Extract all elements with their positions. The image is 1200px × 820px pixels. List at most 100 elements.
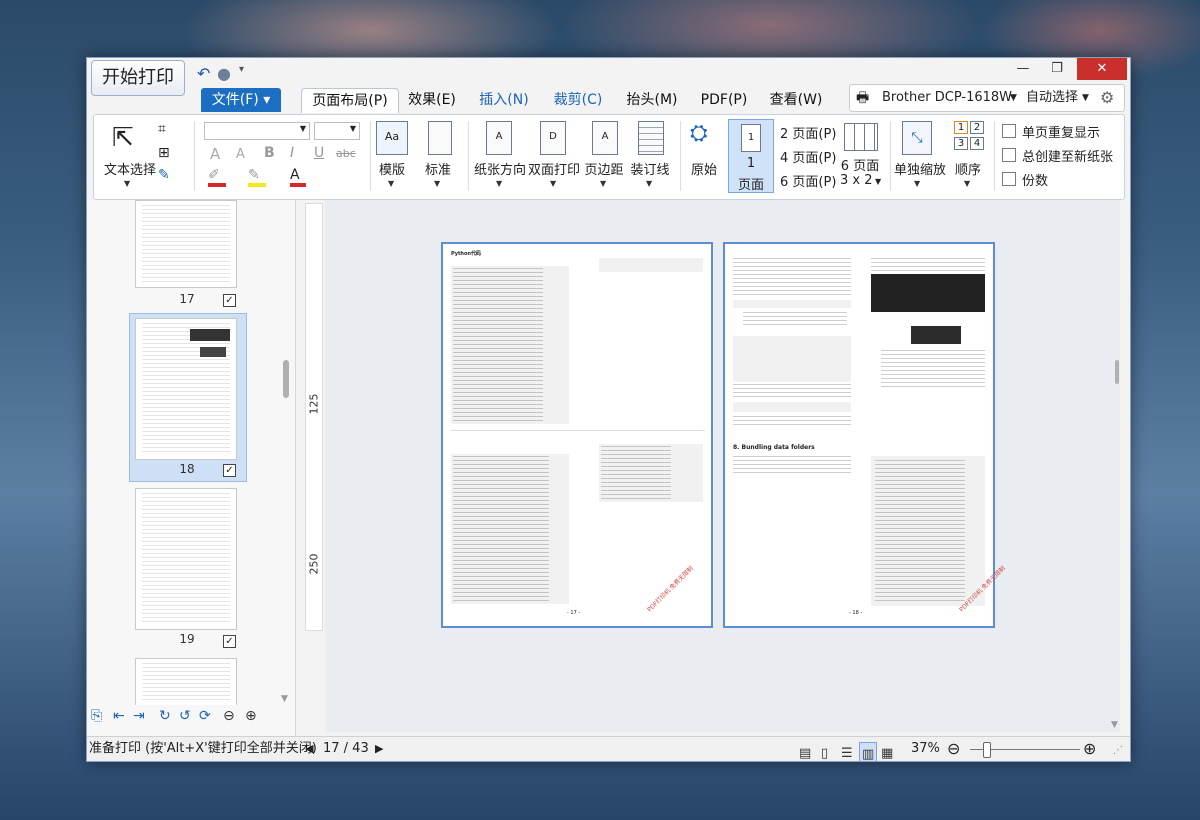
rotate-right-icon[interactable]: ↻: [159, 708, 171, 724]
six-pages-grid-button[interactable]: 6 页面: [840, 155, 880, 174]
maximize-icon[interactable]: ❐: [1043, 58, 1071, 80]
margins-button[interactable]: 页边距: [584, 159, 624, 178]
two-pages-button[interactable]: 2 页面(P): [780, 123, 836, 142]
scroll-down-icon[interactable]: ▼: [1111, 720, 1118, 730]
section-heading: 8. Bundling data folders: [733, 444, 815, 451]
grid-size-label[interactable]: 3 x 2 ▼: [840, 173, 881, 188]
minimize-icon[interactable]: —: [1009, 58, 1037, 80]
template-button[interactable]: 模版: [374, 159, 410, 178]
multi-page-view-icon[interactable]: ▦: [881, 742, 893, 761]
scroll-down-icon[interactable]: ▼: [281, 694, 288, 704]
tab-view[interactable]: 查看(W): [767, 88, 825, 112]
preview-canvas: Python代码 PDF打印机 免费无限制 - 17 - 8. Bundling…: [325, 200, 1120, 732]
tab-crop[interactable]: 裁剪(C): [549, 88, 607, 112]
italic-icon[interactable]: I: [290, 145, 294, 161]
shrink-font-icon[interactable]: A: [236, 147, 245, 162]
ruler-mark: 250: [307, 553, 321, 575]
close-icon[interactable]: ✕: [1077, 58, 1127, 80]
grid-pages-icon: [844, 123, 878, 151]
chevron-down-icon: ▼: [1010, 93, 1017, 103]
font-size-select[interactable]: ▼: [314, 122, 360, 140]
thumbnail-toolbar: ⎘ ⇤ ⇥ ↻ ↺ ⟳ ⊖ ⊕: [89, 708, 289, 730]
two-page-view-icon[interactable]: ▥: [859, 742, 878, 761]
preview-page[interactable]: 8. Bundling data folders PDF打印机 免费无限制 - …: [723, 242, 1007, 628]
zoom-out-icon[interactable]: ⊖: [947, 737, 960, 761]
preview-page[interactable]: Python代码 PDF打印机 免费无限制 - 17 -: [441, 242, 713, 628]
printer-selector[interactable]: 🖶 Brother DCP-1618W ▼ 自动选择 ▼ ⚙: [849, 84, 1125, 112]
scale-button[interactable]: 单独缩放: [894, 159, 946, 178]
thumbnail-page-number: 17: [179, 292, 195, 306]
underline-icon[interactable]: U: [314, 145, 324, 161]
zoom-out-icon[interactable]: ⊖: [223, 708, 235, 724]
one-page-label: 页面: [737, 178, 764, 193]
start-print-button[interactable]: 开始打印: [91, 60, 185, 96]
add-page-icon[interactable]: ⎘: [91, 708, 102, 724]
new-sheet-checkbox[interactable]: [1002, 148, 1016, 162]
thumbnail-page[interactable]: [135, 200, 237, 288]
book-view-icon[interactable]: ▤: [799, 742, 811, 761]
thumbnail-page[interactable]: [135, 658, 237, 705]
undo-icon[interactable]: ↶: [197, 64, 210, 83]
grow-font-icon[interactable]: A: [210, 145, 220, 163]
binoculars-icon[interactable]: ⌗: [158, 121, 166, 137]
status-text: 准备打印 (按'Alt+X'键打印全部并关闭): [89, 741, 317, 756]
thumbnail-page[interactable]: [135, 488, 237, 630]
zoom-in-icon[interactable]: ⊕: [245, 708, 257, 724]
tab-header[interactable]: 抬头(M): [623, 88, 681, 112]
highlight-color-icon[interactable]: ✐: [208, 167, 226, 187]
refresh-icon[interactable]: ⟳: [199, 708, 211, 724]
circle-icon[interactable]: ●: [217, 64, 231, 83]
thumbnail-checkbox[interactable]: ✓: [223, 635, 236, 648]
export-icon[interactable]: ⇥: [133, 708, 145, 724]
font-color-icon[interactable]: A: [290, 167, 306, 187]
tab-page-layout[interactable]: 页面布局(P): [301, 88, 399, 113]
original-icon: ⛭: [690, 121, 708, 146]
tab-file[interactable]: 文件(F) ▾: [201, 88, 281, 112]
binding-button[interactable]: 装订线: [628, 159, 672, 178]
preview-scrollbar[interactable]: [1115, 360, 1119, 384]
bold-icon[interactable]: B: [264, 145, 275, 161]
thumbnail-page[interactable]: [135, 318, 237, 460]
printer-icon: 🖶: [856, 90, 870, 106]
original-button[interactable]: 原始: [684, 159, 724, 178]
print-preview-window: 开始打印 ↶ ● ▾ — ❐ ✕ 文件(F) ▾ 页面布局(P) 效果(E) 插…: [86, 57, 1131, 762]
edit-text-icon[interactable]: ✎: [158, 167, 170, 183]
four-pages-button[interactable]: 4 页面(P): [780, 147, 836, 166]
vertical-ruler: 125 250: [305, 203, 323, 631]
duplex-button[interactable]: 双面打印: [526, 159, 582, 178]
gear-icon[interactable]: ⚙: [1100, 85, 1114, 111]
new-sheet-label: 总创建至新纸张: [1022, 150, 1114, 165]
rotate-left-icon[interactable]: ↺: [179, 708, 191, 724]
tab-pdf[interactable]: PDF(P): [699, 88, 749, 112]
tab-effects[interactable]: 效果(E): [405, 88, 459, 112]
six-pages-button[interactable]: 6 页面(P): [780, 171, 836, 190]
document-icon: [428, 121, 452, 155]
page-icon: 1: [741, 124, 761, 152]
prev-page-icon[interactable]: ◀: [305, 737, 313, 761]
resize-grip-icon[interactable]: ⋰: [1113, 739, 1123, 761]
repeat-single-page-checkbox[interactable]: [1002, 124, 1016, 138]
single-page-view-icon[interactable]: ▯: [821, 742, 828, 761]
customize-icon[interactable]: ▾: [239, 64, 244, 75]
order-button[interactable]: 顺序: [950, 159, 986, 178]
text-highlight-icon[interactable]: ✎: [248, 167, 266, 187]
thumbnail-scrollbar[interactable]: [283, 360, 289, 398]
thumbnail-checkbox[interactable]: ✓: [223, 464, 236, 477]
one-page-button[interactable]: 1 1 页面: [728, 119, 774, 193]
tab-insert[interactable]: 插入(N): [475, 88, 533, 112]
next-page-icon[interactable]: ▶: [375, 737, 383, 761]
thumbnail-checkbox[interactable]: ✓: [223, 294, 236, 307]
standard-button[interactable]: 标准: [420, 159, 456, 178]
font-family-select[interactable]: ▼: [204, 122, 310, 140]
copies-checkbox[interactable]: [1002, 172, 1016, 186]
status-bar: 准备打印 (按'Alt+X'键打印全部并关闭) ◀ 17 / 43 ▶ ▤ ▯ …: [87, 736, 1130, 761]
text-select-button[interactable]: 文本选择: [100, 159, 160, 178]
import-icon[interactable]: ⇤: [113, 708, 125, 724]
continuous-view-icon[interactable]: ☰: [841, 742, 853, 761]
camera-add-icon[interactable]: ⊞: [158, 145, 170, 161]
strikethrough-icon[interactable]: abc: [336, 147, 356, 160]
zoom-slider-thumb[interactable]: [983, 742, 991, 758]
page-heading: Python代码: [451, 251, 481, 257]
zoom-in-icon[interactable]: ⊕: [1083, 737, 1096, 761]
orientation-button[interactable]: 纸张方向: [472, 159, 528, 178]
